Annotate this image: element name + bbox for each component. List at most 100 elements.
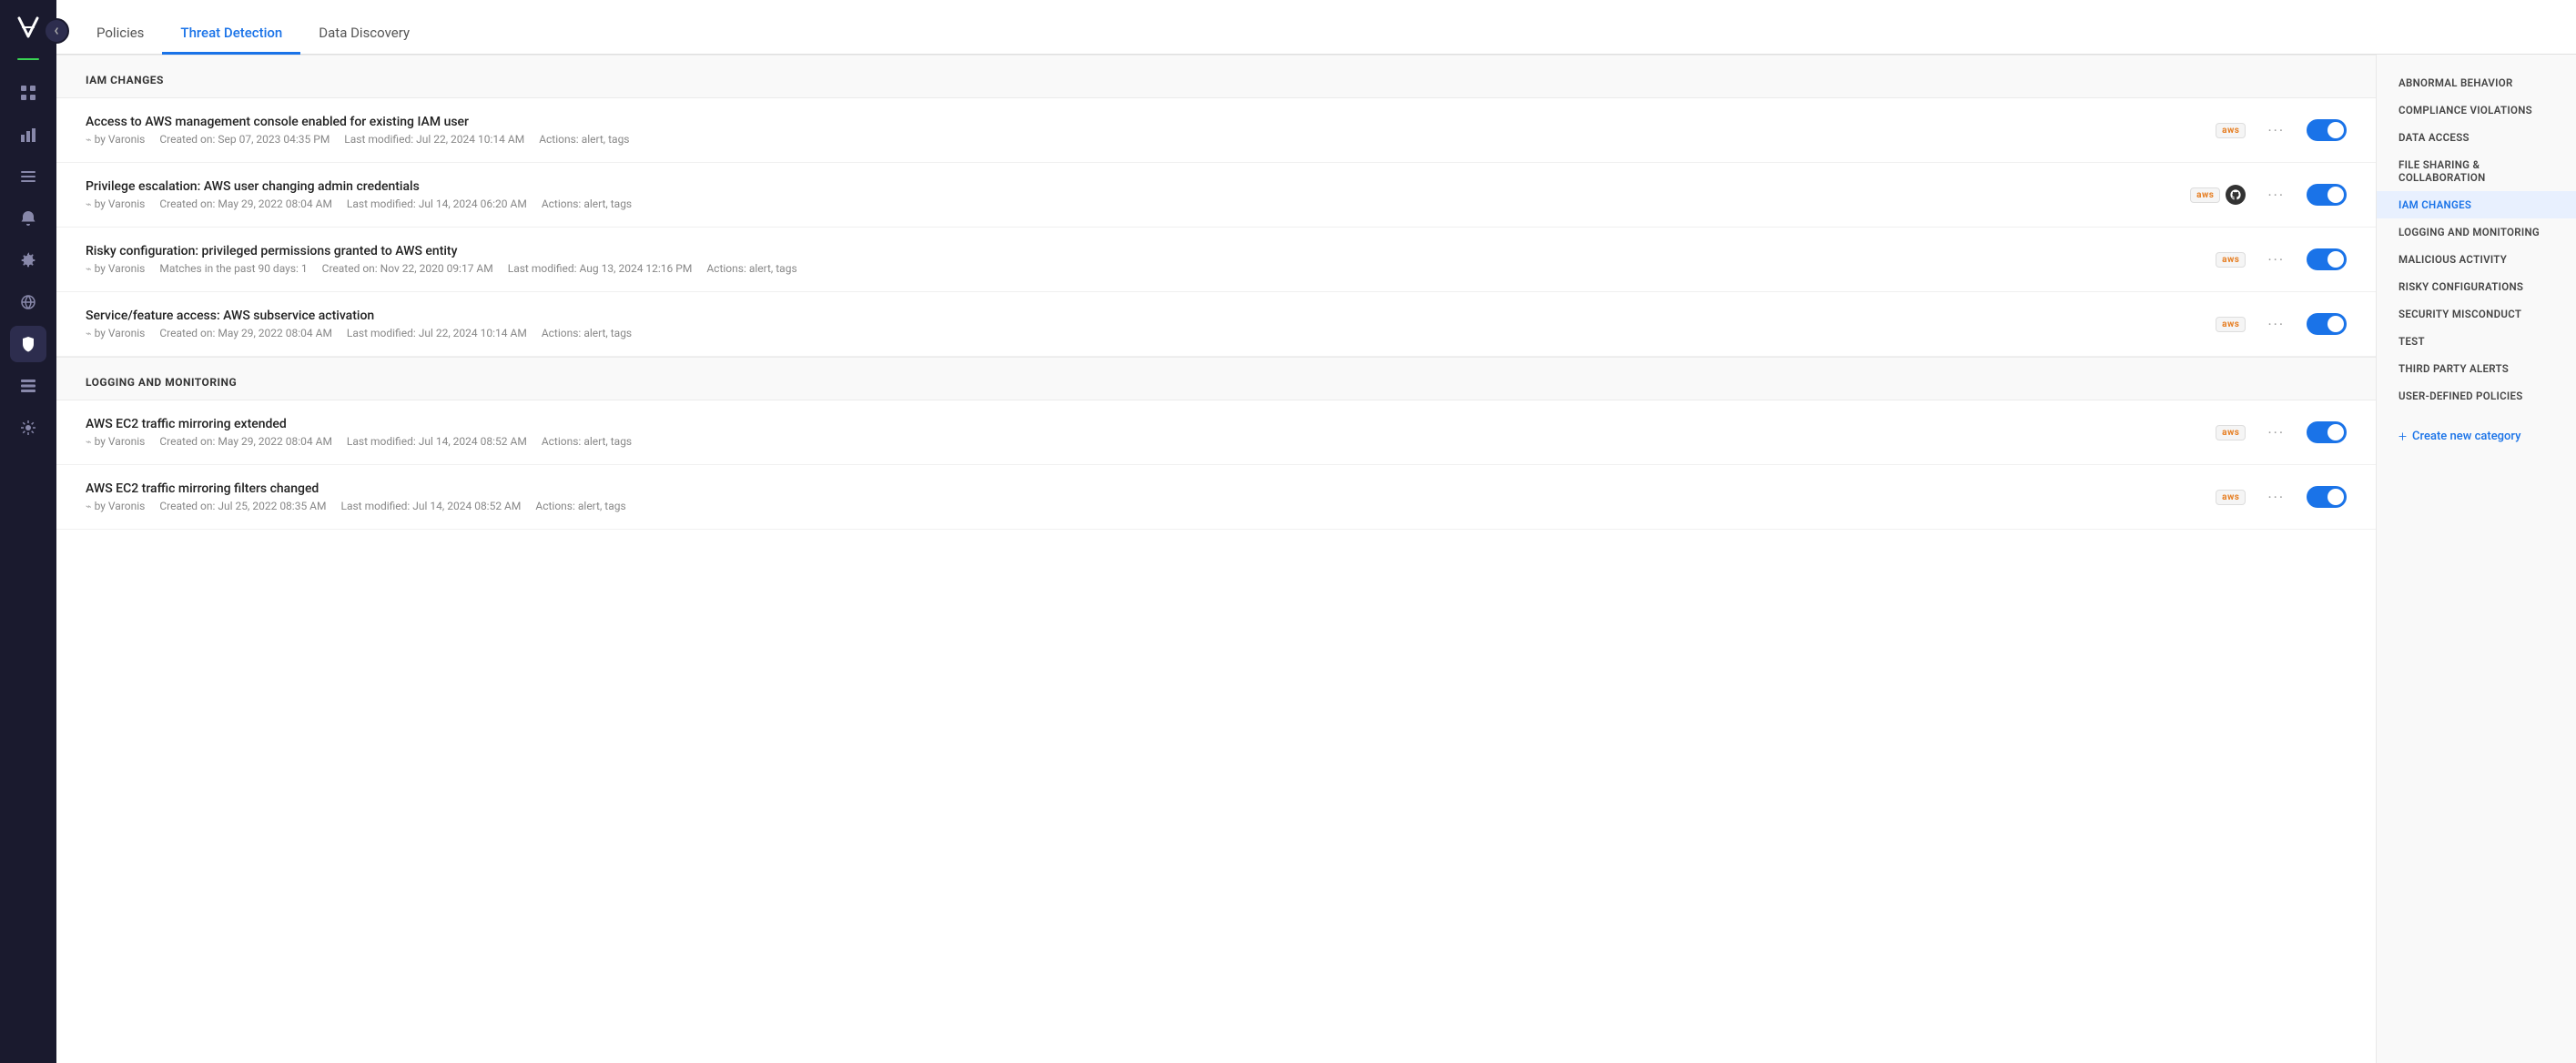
tab-data-discovery[interactable]: Data Discovery xyxy=(300,14,428,55)
policy-name: Access to AWS management console enabled… xyxy=(86,115,2201,129)
policy-author: ⌁ by Varonis xyxy=(86,500,145,512)
policy-more-button[interactable]: ··· xyxy=(2260,183,2292,208)
right-sidebar-item-user-defined-policies[interactable]: USER-DEFINED POLICIES xyxy=(2377,382,2576,410)
github-badge xyxy=(2226,185,2246,205)
policy-name: Privilege escalation: AWS user changing … xyxy=(86,179,2175,194)
aws-badge: aws xyxy=(2216,490,2246,505)
policy-toggle[interactable] xyxy=(2307,486,2347,508)
sidebar-item-list[interactable] xyxy=(10,158,46,195)
policy-badges: aws xyxy=(2216,317,2246,332)
tab-policies[interactable]: Policies xyxy=(78,14,162,55)
policy-item: Service/feature access: AWS subservice a… xyxy=(56,292,2376,357)
policy-actions: Actions: alert, tags xyxy=(542,197,632,210)
policy-created: Created on: Nov 22, 2020 09:17 AM xyxy=(322,262,493,275)
policy-created: Created on: May 29, 2022 08:04 AM xyxy=(159,327,332,339)
policy-toggle[interactable] xyxy=(2307,119,2347,141)
policy-created: Created on: May 29, 2022 08:04 AM xyxy=(159,197,332,210)
policy-actions: Actions: alert, tags xyxy=(706,262,796,275)
policy-more-button[interactable]: ··· xyxy=(2260,420,2292,445)
right-sidebar-item-iam-changes[interactable]: IAM CHANGES xyxy=(2377,191,2576,218)
policy-info: Access to AWS management console enabled… xyxy=(86,115,2201,146)
category-header-iam-changes: IAM CHANGES xyxy=(56,55,2376,98)
policy-info: Privilege escalation: AWS user changing … xyxy=(86,179,2175,210)
right-sidebar-item-test[interactable]: TEST xyxy=(2377,328,2576,355)
sidebar-item-bar-chart[interactable] xyxy=(10,116,46,153)
policy-meta: ⌁ by Varonis Created on: May 29, 2022 08:… xyxy=(86,327,2201,339)
policy-info: Risky configuration: privileged permissi… xyxy=(86,244,2201,275)
policy-meta: ⌁ by VaronisCreated on: Sep 07, 2023 04:… xyxy=(86,133,2201,146)
policy-toggle[interactable] xyxy=(2307,248,2347,270)
policy-toggle[interactable] xyxy=(2307,313,2347,335)
aws-badge: aws xyxy=(2190,187,2220,203)
aws-badge: aws xyxy=(2216,252,2246,268)
content-area: IAM CHANGES Access to AWS management cons… xyxy=(56,55,2576,1063)
right-sidebar-item-security-misconduct[interactable]: SECURITY MISCONDUCT xyxy=(2377,300,2576,328)
sidebar-item-bell[interactable] xyxy=(10,200,46,237)
policy-modified: Last modified: Aug 13, 2024 12:16 PM xyxy=(508,262,693,275)
policy-name: Service/feature access: AWS subservice a… xyxy=(86,309,2201,323)
right-sidebar-item-third-party-alerts[interactable]: THIRD PARTY ALERTS xyxy=(2377,355,2576,382)
policy-more-button[interactable]: ··· xyxy=(2260,312,2292,337)
sidebar-item-data[interactable] xyxy=(10,368,46,404)
sidebar xyxy=(0,0,56,1063)
policy-modified: Last modified: Jul 22, 2024 10:14 AM xyxy=(344,133,524,146)
right-sidebar-item-abnormal-behavior[interactable]: ABNORMAL BEHAVIOR xyxy=(2377,69,2576,96)
policy-actions: Actions: alert, tags xyxy=(539,133,629,146)
sidebar-item-integrations[interactable] xyxy=(10,410,46,446)
right-sidebar-item-risky-configurations[interactable]: RISKY CONFIGURATIONS xyxy=(2377,273,2576,300)
policy-item: Access to AWS management console enabled… xyxy=(56,98,2376,163)
policy-badges: aws xyxy=(2216,425,2246,440)
policy-name: AWS EC2 traffic mirroring extended xyxy=(86,417,2201,431)
policy-modified: Last modified: Jul 22, 2024 10:14 AM xyxy=(347,327,527,339)
policy-badges: aws xyxy=(2216,490,2246,505)
policy-more-button[interactable]: ··· xyxy=(2260,248,2292,272)
policy-badges: aws xyxy=(2216,123,2246,138)
tab-threat-detection[interactable]: Threat Detection xyxy=(162,14,300,55)
sidebar-toggle[interactable] xyxy=(44,18,69,44)
policy-created: Created on: May 29, 2022 08:04 AM xyxy=(159,435,332,448)
policy-matches: Matches in the past 90 days: 1 xyxy=(159,262,307,275)
sidebar-item-shield[interactable] xyxy=(10,326,46,362)
policy-more-button[interactable]: ··· xyxy=(2260,485,2292,510)
aws-badge: aws xyxy=(2216,425,2246,440)
policy-meta: ⌁ by VaronisCreated on: Jul 25, 2022 08:… xyxy=(86,500,2201,512)
policy-toggle[interactable] xyxy=(2307,184,2347,206)
tab-bar: Policies Threat Detection Data Discovery xyxy=(56,0,2576,55)
policy-name: AWS EC2 traffic mirroring filters change… xyxy=(86,481,2201,496)
policy-author: ⌁ by Varonis xyxy=(86,435,145,448)
right-sidebar-item-data-access[interactable]: DATA ACCESS xyxy=(2377,124,2576,151)
sidebar-item-network[interactable] xyxy=(10,284,46,320)
app-logo xyxy=(12,11,45,44)
policy-author: ⌁ by Varonis xyxy=(86,327,145,339)
policy-info: AWS EC2 traffic mirroring extended ⌁ by V… xyxy=(86,417,2201,448)
category-header-logging-and-monitoring: LOGGING AND MONITORING xyxy=(56,357,2376,400)
policy-modified: Last modified: Jul 14, 2024 06:20 AM xyxy=(347,197,527,210)
right-sidebar-item-logging-monitoring[interactable]: LOGGING AND MONITORING xyxy=(2377,218,2576,246)
policy-actions: Actions: alert, tags xyxy=(542,435,632,448)
policy-created: Created on: Sep 07, 2023 04:35 PM xyxy=(159,133,330,146)
right-sidebar: ABNORMAL BEHAVIORCOMPLIANCE VIOLATIONSDA… xyxy=(2376,55,2576,1063)
create-category-button[interactable]: +Create new category xyxy=(2377,417,2576,456)
policy-meta: ⌁ by VaronisCreated on: May 29, 2022 08:… xyxy=(86,197,2175,210)
right-sidebar-item-malicious-activity[interactable]: MALICIOUS ACTIVITY xyxy=(2377,246,2576,273)
policy-author: ⌁ by Varonis xyxy=(86,262,145,275)
main-content: Policies Threat Detection Data Discovery… xyxy=(56,0,2576,1063)
category-section-iam-changes: IAM CHANGES Access to AWS management cons… xyxy=(56,55,2376,357)
policy-badges: aws xyxy=(2216,252,2246,268)
policy-name: Risky configuration: privileged permissi… xyxy=(86,244,2201,258)
right-sidebar-item-file-sharing-collaboration[interactable]: FILE SHARING & COLLABORATION xyxy=(2377,151,2576,191)
policy-item: AWS EC2 traffic mirroring filters change… xyxy=(56,465,2376,530)
policy-meta: ⌁ by Varonis Created on: May 29, 2022 08:… xyxy=(86,435,2201,448)
policy-list: IAM CHANGES Access to AWS management cons… xyxy=(56,55,2376,1063)
policy-actions: Actions: alert, tags xyxy=(535,500,625,512)
policy-toggle[interactable] xyxy=(2307,421,2347,443)
policy-more-button[interactable]: ··· xyxy=(2260,118,2292,143)
sidebar-item-settings[interactable] xyxy=(10,242,46,278)
policy-info: AWS EC2 traffic mirroring filters change… xyxy=(86,481,2201,512)
sidebar-navigation xyxy=(0,75,56,446)
policy-item: Privilege escalation: AWS user changing … xyxy=(56,163,2376,228)
policy-item: Risky configuration: privileged permissi… xyxy=(56,228,2376,292)
sidebar-item-dashboard[interactable] xyxy=(10,75,46,111)
right-sidebar-item-compliance-violations[interactable]: COMPLIANCE VIOLATIONS xyxy=(2377,96,2576,124)
sidebar-divider xyxy=(17,58,39,60)
